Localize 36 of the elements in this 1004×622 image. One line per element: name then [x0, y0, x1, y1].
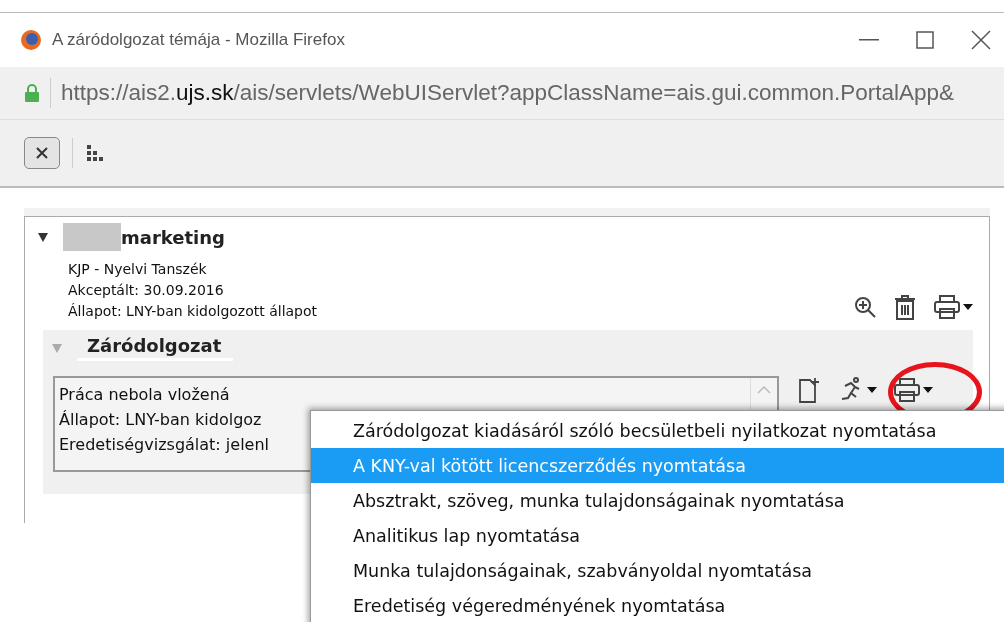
status-text: Eredetiségvizsgálat: jelenl [59, 434, 269, 456]
info-text: KJP - Nyelvi Tanszék [68, 260, 208, 279]
minimize-icon [859, 39, 879, 41]
close-icon [35, 146, 49, 160]
expand-toggle[interactable] [51, 342, 63, 354]
section-title: Záródolgozat [77, 335, 234, 361]
hierarchy-button[interactable] [85, 143, 105, 163]
close-icon [971, 30, 991, 50]
menu-item[interactable]: Munka tulajdonságainak, szabványoldal nyomtatása [311, 553, 1004, 588]
caret-icon [867, 387, 877, 393]
menu-item[interactable]: Záródolgozat kiadásáról szóló becsületbeli nyilatkozat nyomtatása [311, 413, 1004, 448]
printer-icon [933, 294, 961, 320]
status-text: Práca nebola vložená [59, 384, 231, 406]
menu-item[interactable]: Absztrakt, szöveg, munka tulajdonságainak nyomtatása [311, 483, 1004, 518]
menu-item[interactable]: Eredetiség végeredményének nyomtatása [311, 588, 1004, 622]
caret-icon [923, 387, 933, 393]
zoom-button[interactable] [853, 295, 877, 319]
expand-toggle[interactable] [37, 231, 49, 243]
printer-icon [893, 377, 921, 403]
redacted-area [63, 223, 121, 251]
close-button[interactable] [24, 137, 60, 169]
window-title: A záródolgozat témája - Mozilla Firefox [52, 30, 346, 50]
print-menu-button[interactable] [893, 377, 933, 403]
delete-button[interactable] [893, 294, 917, 320]
triangle-icon [51, 342, 63, 354]
triangle-icon [37, 231, 49, 243]
menu-item[interactable]: Analitikus lap nyomtatása [311, 518, 1004, 553]
maximize-icon [916, 31, 934, 49]
caret-icon [963, 304, 973, 310]
info-text: Akceptált: 30.09.2016 [68, 281, 225, 300]
print-menu-button[interactable] [933, 294, 973, 320]
browser-logo-icon [20, 29, 42, 51]
status-text: Állapot: LNY-ban kidolgoz [59, 409, 263, 431]
thesis-title: marketing [121, 226, 225, 248]
lock-icon [24, 84, 40, 102]
info-text: Állapot: LNY-ban kidolgozott állapot [68, 302, 318, 321]
